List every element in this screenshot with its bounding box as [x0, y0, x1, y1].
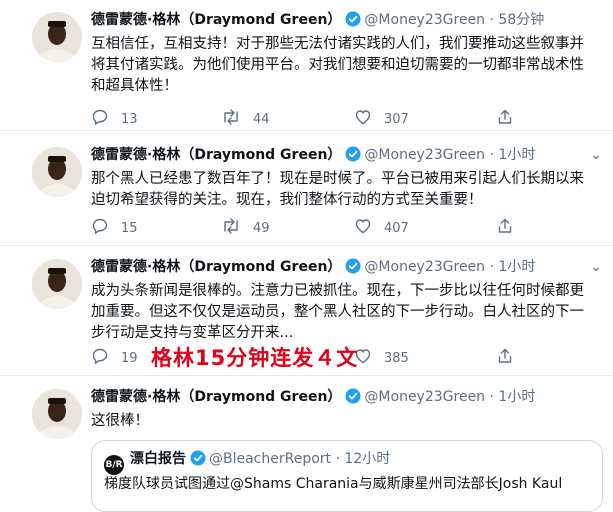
- reply-count: 13: [121, 111, 138, 127]
- quoted-tweet-header: B/R 漂白报告 @BleacherReport · 12小时: [104, 449, 390, 475]
- reply-count: 15: [121, 220, 138, 236]
- reply-button[interactable]: 13: [91, 108, 138, 130]
- author-name[interactable]: 德雷蒙德·格林（Draymond Green）: [91, 389, 341, 405]
- avatar[interactable]: [32, 259, 82, 309]
- tweet-time[interactable]: 1小时: [498, 389, 535, 405]
- like-count: 407: [384, 220, 409, 236]
- tweet[interactable]: 德雷蒙德·格林（Draymond Green） @Money23Green · 1…: [0, 135, 613, 246]
- tweet-text: 这很棒！: [91, 413, 149, 429]
- share-button[interactable]: [496, 347, 526, 369]
- reply-icon: [91, 108, 121, 130]
- tweet-actions: 13 44 307: [91, 108, 591, 128]
- tweet-header: 德雷蒙德·格林（Draymond Green） @Money23Green · 1…: [91, 257, 535, 280]
- tweet-text: 成为头条新闻是很棒的。注意力已被抓住。现在，下一步比以往任何时候都更加重要。但这…: [91, 283, 584, 341]
- verified-badge-icon: [345, 388, 361, 410]
- like-count: 307: [384, 111, 409, 127]
- tweet-time[interactable]: 58分钟: [498, 12, 544, 28]
- quoted-author-name[interactable]: 漂白报告: [130, 451, 186, 467]
- reply-icon: [91, 347, 121, 369]
- verified-badge-icon: [345, 258, 361, 280]
- like-count: 385: [384, 350, 409, 366]
- like-button[interactable]: 385: [354, 347, 409, 369]
- author-name[interactable]: 德雷蒙德·格林（Draymond Green）: [91, 147, 341, 163]
- retweet-button[interactable]: 44: [221, 108, 270, 130]
- tweet-time[interactable]: 1小时: [498, 147, 535, 163]
- reply-count: 19: [121, 350, 138, 366]
- avatar[interactable]: [32, 389, 82, 439]
- share-icon: [496, 347, 526, 369]
- tweet-header: 德雷蒙德·格林（Draymond Green） @Money23Green · 5…: [91, 10, 544, 33]
- tweet-header: 德雷蒙德·格林（Draymond Green） @Money23Green · 1…: [91, 145, 535, 168]
- reply-button[interactable]: 15: [91, 217, 138, 239]
- retweet-count: 49: [253, 220, 270, 236]
- like-button[interactable]: 307: [354, 108, 409, 130]
- share-icon: [496, 108, 526, 130]
- tweet-header: 德雷蒙德·格林（Draymond Green） @Money23Green · 1…: [91, 387, 535, 410]
- tweet-text: 互相信任，互相支持！对于那些无法付诸实践的人们，我们要推动这些叙事并将其付诸实践…: [91, 36, 584, 94]
- share-icon: [496, 217, 526, 239]
- heart-icon: [354, 108, 384, 130]
- bleacher-report-logo-icon: B/R: [104, 455, 124, 475]
- retweet-icon: [221, 217, 253, 239]
- tweet-time[interactable]: 1小时: [498, 259, 535, 275]
- more-options-icon[interactable]: ⌄: [590, 147, 603, 163]
- author-handle[interactable]: @Money23Green: [364, 147, 485, 163]
- author-handle[interactable]: @Money23Green: [364, 389, 485, 405]
- retweet-count: 44: [253, 111, 270, 127]
- author-handle[interactable]: @Money23Green: [364, 259, 485, 275]
- avatar[interactable]: [32, 147, 82, 197]
- more-options-icon[interactable]: ⌄: [590, 259, 603, 275]
- verified-badge-icon: [345, 146, 361, 168]
- quoted-tweet[interactable]: B/R 漂白报告 @BleacherReport · 12小时 梯度队球员试图通过@…: [91, 440, 603, 512]
- author-name[interactable]: 德雷蒙德·格林（Draymond Green）: [91, 259, 341, 275]
- retweet-button[interactable]: 49: [221, 217, 270, 239]
- verified-badge-icon: [345, 11, 361, 33]
- reply-button[interactable]: 19: [91, 347, 138, 369]
- author-handle[interactable]: @Money23Green: [364, 12, 485, 28]
- quoted-author-handle[interactable]: @BleacherReport: [209, 451, 331, 467]
- tweet-actions: 15 49 407: [91, 217, 591, 237]
- quoted-tweet-time[interactable]: 12小时: [344, 451, 390, 467]
- like-button[interactable]: 407: [354, 217, 409, 239]
- tweet[interactable]: 德雷蒙德·格林（Draymond Green） @Money23Green · 5…: [0, 0, 613, 131]
- retweet-icon: [221, 108, 253, 130]
- heart-icon: [354, 347, 384, 369]
- reply-icon: [91, 217, 121, 239]
- verified-badge-icon: [190, 450, 206, 472]
- heart-icon: [354, 217, 384, 239]
- overlay-caption: 格林15分钟连发４文: [151, 346, 359, 370]
- author-name[interactable]: 德雷蒙德·格林（Draymond Green）: [91, 12, 341, 28]
- tweet-text: 那个黑人已经患了数百年了！现在是时候了。平台已被用来引起人们长期以来迫切希望获得…: [91, 171, 584, 208]
- share-button[interactable]: [496, 217, 526, 239]
- avatar[interactable]: [32, 12, 82, 62]
- share-button[interactable]: [496, 108, 526, 130]
- quoted-tweet-text: 梯度队球员试图通过@Shams Charania与威斯康星州司法部长Josh K…: [104, 476, 563, 492]
